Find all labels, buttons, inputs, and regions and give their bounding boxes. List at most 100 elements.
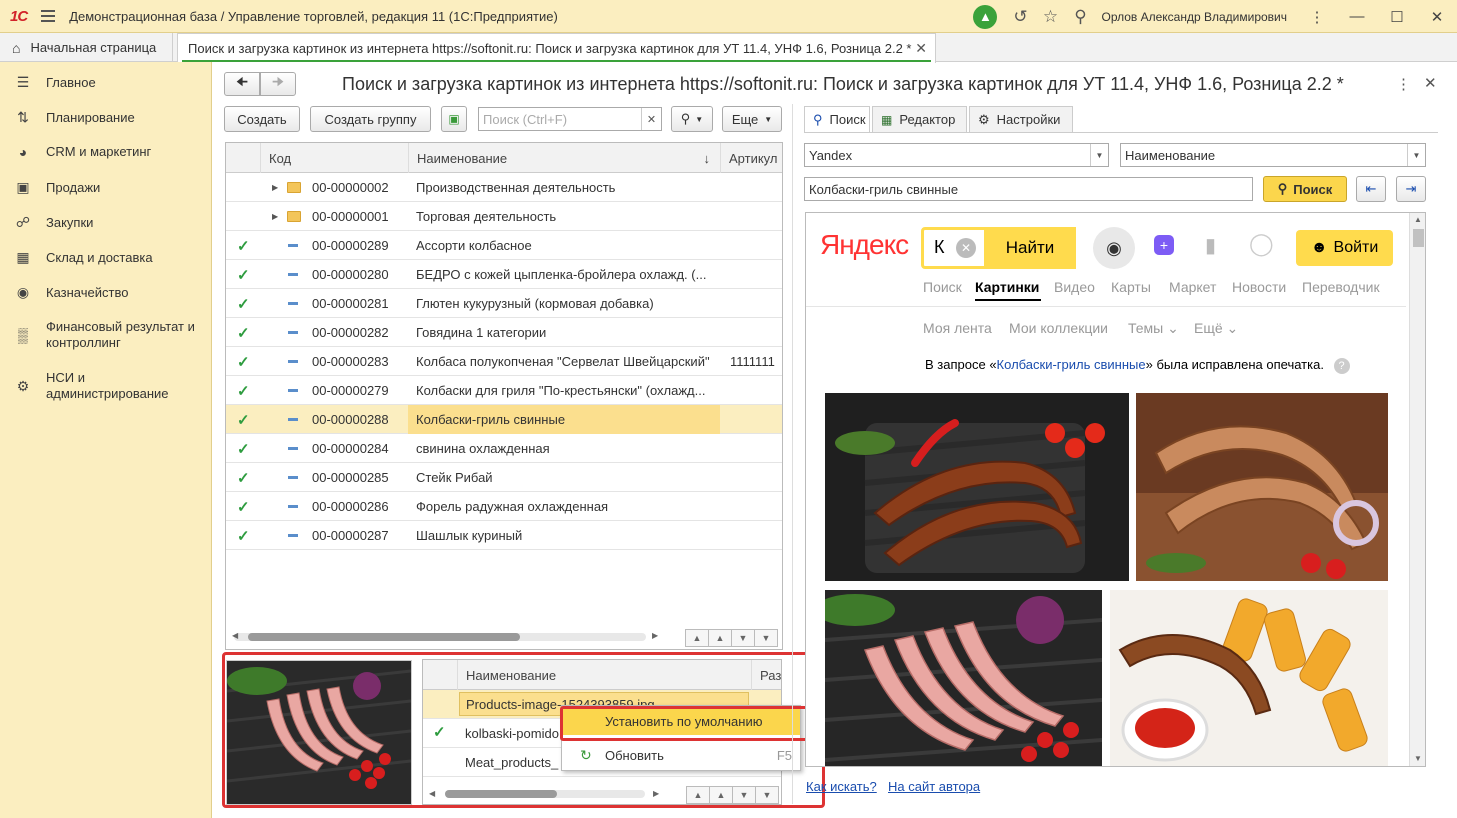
sidebar-item-finance[interactable]: ▒ Финансовый результат и контроллинг	[0, 319, 212, 351]
table-row[interactable]: ✓ 00-00000281 Глютен кукурузный (кормовая …	[226, 289, 782, 318]
form-more-icon[interactable]: ⋮	[1396, 75, 1411, 93]
notifications-icon[interactable]: ▲	[973, 4, 998, 29]
table-row[interactable]: ▶ 00-00000002 Производственная деятельност…	[226, 173, 782, 202]
result-image[interactable]	[825, 590, 1102, 766]
minimize-icon[interactable]: —	[1337, 8, 1377, 25]
favorites-icon[interactable]: ☆	[1035, 7, 1065, 27]
table-row[interactable]: ✓ 00-00000282 Говядина 1 категории	[226, 318, 782, 347]
tab-home[interactable]: ⌂ Начальная страница	[0, 33, 173, 62]
column-article[interactable]: Артикул	[720, 143, 782, 173]
tab-settings[interactable]: ⚙ Настройки	[969, 106, 1073, 133]
yandex-nav-images[interactable]: Картинки	[975, 279, 1039, 295]
import-icon[interactable]: ⇤	[1356, 176, 1386, 202]
scroll-up-icon[interactable]: ▲	[1414, 215, 1422, 224]
my-collections-link[interactable]: Мои коллекции	[1009, 320, 1108, 336]
chevron-down-icon[interactable]: ▼	[1090, 144, 1108, 166]
create-button[interactable]: Создать	[224, 106, 300, 132]
login-button[interactable]: ☻ Войти	[1296, 230, 1393, 266]
yandex-logo[interactable]: Яндекс	[820, 229, 909, 261]
sidebar-item-warehouse[interactable]: ▦ Склад и доставка	[0, 249, 212, 266]
next-row-icon[interactable]: ▼	[731, 629, 755, 647]
search-options-button[interactable]: ⚲ ▼	[671, 106, 713, 132]
chevron-down-icon[interactable]: ▼	[1407, 144, 1425, 166]
table-row[interactable]: ✓ 00-00000284 свинина охлажденная	[226, 434, 782, 463]
bookmark-icon[interactable]: ▮	[1205, 233, 1216, 258]
sidebar-item-crm[interactable]: ◕ CRM и маркетинг	[0, 144, 212, 160]
clear-icon[interactable]: ✕	[956, 238, 976, 258]
expand-icon[interactable]: ▶	[272, 202, 286, 231]
yandex-nav-maps[interactable]: Карты	[1111, 279, 1151, 295]
main-menu-icon[interactable]	[41, 7, 56, 25]
tab-editor[interactable]: ▦ Редактор	[872, 106, 967, 133]
more-icon[interactable]: ⋮	[1297, 8, 1337, 26]
table-row[interactable]: ✓ 00-00000285 Стейк Рибай	[226, 463, 782, 492]
clear-search-icon[interactable]: ✕	[641, 108, 661, 130]
splitter[interactable]	[792, 104, 793, 804]
author-site-link[interactable]: На сайт автора	[888, 779, 980, 794]
prev-row-icon[interactable]: ▲	[708, 629, 732, 647]
menu-item-refresh[interactable]: ↻ Обновить F5	[562, 742, 800, 769]
sidebar-item-admin[interactable]: ⚙ НСИ и администрирование	[0, 370, 212, 402]
form-close-icon[interactable]: ✕	[1424, 74, 1437, 92]
user-name[interactable]: Орлов Александр Владимирович	[1101, 10, 1287, 24]
yandex-nav-translate[interactable]: Переводчик	[1302, 279, 1380, 295]
yandex-find-button[interactable]: Найти	[984, 227, 1076, 269]
add-icon[interactable]: +	[1154, 235, 1174, 255]
more-link[interactable]: Ещё ⌄	[1194, 320, 1238, 337]
table-row[interactable]: ✓ 00-00000286 Форель радужная охлажденная	[226, 492, 782, 521]
maximize-icon[interactable]: ☐	[1377, 8, 1417, 26]
yandex-nav-video[interactable]: Видео	[1054, 279, 1095, 295]
search-button[interactable]: ⚲ Поиск	[1263, 176, 1347, 202]
sidebar-item-purchases[interactable]: ☍ Закупки	[0, 214, 212, 231]
column-name[interactable]: Наименование ↓	[408, 143, 720, 173]
shield-icon[interactable]: ◯	[1249, 231, 1274, 257]
search-icon[interactable]: ⚲	[1065, 7, 1095, 27]
history-icon[interactable]: ↺	[1005, 7, 1035, 27]
forward-button[interactable]: 🠊	[260, 72, 296, 96]
last-row-icon[interactable]: ▼	[754, 629, 778, 647]
table-row[interactable]: ✓ 00-00000279 Колбаски для гриля "По-крест…	[226, 376, 782, 405]
search-input[interactable]: Поиск (Ctrl+F) ✕	[478, 107, 662, 131]
scroll-down-icon[interactable]: ▼	[1414, 754, 1422, 763]
tab-image-search[interactable]: Поиск и загрузка картинок из интернета h…	[177, 33, 936, 63]
sidebar-item-planning[interactable]: ⇅ Планирование	[0, 109, 212, 126]
sidebar-item-main[interactable]: ☰ Главное	[0, 74, 212, 91]
how-to-search-link[interactable]: Как искать?	[806, 779, 877, 794]
field-select[interactable]: Наименование ▼	[1120, 143, 1426, 167]
yandex-nav-market[interactable]: Маркет	[1169, 279, 1216, 295]
browser-scrollbar[interactable]: ▲ ▼	[1409, 213, 1425, 766]
camera-icon[interactable]: ◉	[1093, 227, 1135, 269]
back-button[interactable]: 🠈	[224, 72, 260, 96]
topics-link[interactable]: Темы ⌄	[1128, 320, 1179, 337]
engine-select[interactable]: Yandex ▼	[804, 143, 1109, 167]
browser-scroll-thumb[interactable]	[1413, 229, 1424, 247]
scroll-thumb[interactable]	[248, 633, 520, 641]
close-tab-icon[interactable]: ✕	[915, 40, 927, 57]
table-row[interactable]: ✓ 00-00000287 Шашлык куриный	[226, 521, 782, 550]
typo-query-link[interactable]: Колбаски-гриль свинные	[997, 357, 1146, 372]
query-input[interactable]: Колбаски-гриль свинные	[804, 177, 1253, 201]
my-feed-link[interactable]: Моя лента	[923, 320, 992, 336]
scroll-left-icon[interactable]: ◀	[232, 631, 238, 640]
create-group-button[interactable]: Создать группу	[310, 106, 431, 132]
sidebar-item-sales[interactable]: ▣ Продажи	[0, 179, 212, 196]
result-image[interactable]	[825, 393, 1129, 581]
close-icon[interactable]: ✕	[1417, 8, 1457, 26]
result-image[interactable]	[1110, 590, 1388, 766]
sidebar-item-treasury[interactable]: ◉ Казначейство	[0, 284, 212, 301]
table-row[interactable]: ✓ 00-00000289 Ассорти колбасное	[226, 231, 782, 260]
table-row[interactable]: ✓ 00-00000288 Колбаски-гриль свинные	[226, 405, 782, 434]
table-row[interactable]: ✓ 00-00000280 БЕДРО с кожей цыпленка-бройл…	[226, 260, 782, 289]
table-row[interactable]: ▶ 00-00000001 Торговая деятельность	[226, 202, 782, 231]
column-code[interactable]: Код	[260, 143, 408, 173]
yandex-nav-news[interactable]: Новости	[1232, 279, 1286, 295]
expand-icon[interactable]: ▶	[272, 173, 286, 202]
first-row-icon[interactable]: ▲	[685, 629, 709, 647]
scroll-right-icon[interactable]: ▶	[652, 631, 658, 640]
tab-search[interactable]: ⚲ Поиск	[804, 106, 870, 133]
result-image[interactable]	[1136, 393, 1388, 581]
more-button[interactable]: Еще ▼	[722, 106, 782, 132]
help-icon[interactable]: ?	[1333, 358, 1350, 374]
table-row[interactable]: ✓ 00-00000283 Колбаса полукопченая "Сервел…	[226, 347, 782, 376]
load-image-icon[interactable]: ▣	[441, 106, 467, 132]
